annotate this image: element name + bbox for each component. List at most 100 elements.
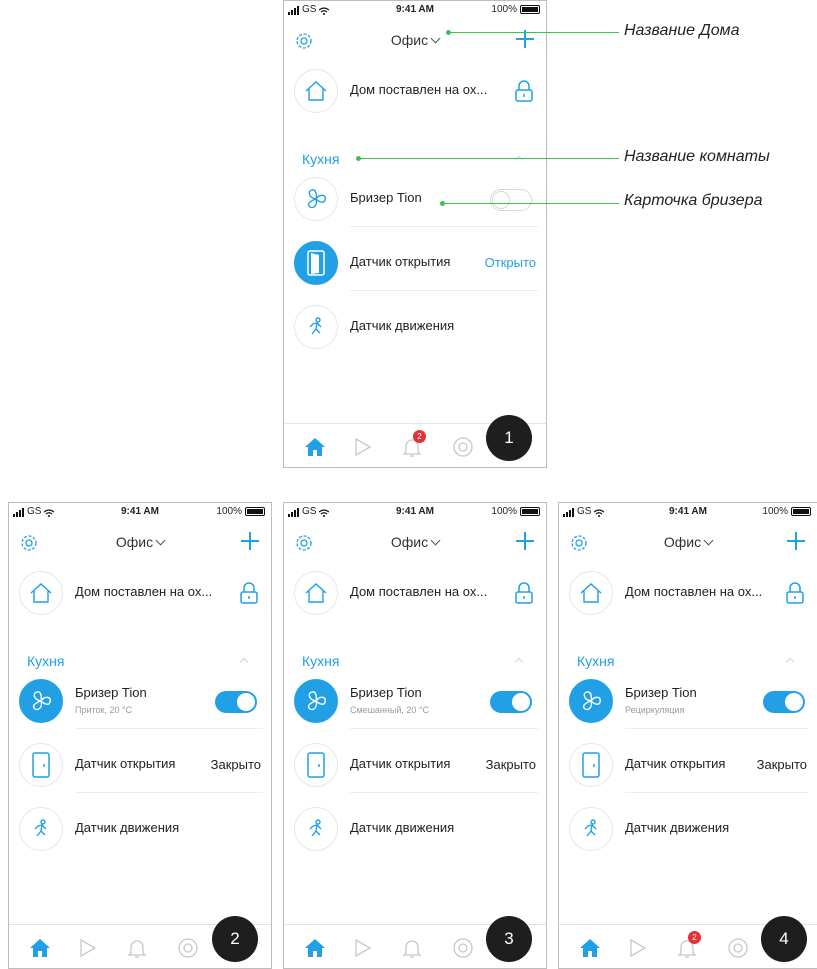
room-header[interactable]: Кухня [577, 653, 799, 673]
battery-label: 100% [491, 4, 517, 15]
room-name: Кухня [302, 151, 340, 167]
home-status-row[interactable]: Дом поставлен на ох... [17, 565, 263, 621]
home-name: Офис [115, 534, 154, 550]
home-selector[interactable]: Офис [284, 534, 546, 550]
home-tab-icon[interactable] [579, 937, 601, 959]
breezer-toggle[interactable] [490, 691, 532, 713]
home-status-label: Дом поставлен на ох... [350, 584, 488, 599]
home-status-row[interactable]: Дом поставлен на ох... [292, 565, 538, 621]
motion-sensor-card[interactable]: Датчик движения [567, 801, 809, 857]
running-person-icon [569, 807, 613, 851]
plus-icon[interactable] [787, 532, 805, 550]
room-name: Кухня [27, 653, 65, 669]
door-sensor-label: Датчик открытия [350, 254, 451, 269]
breezer-card[interactable]: Бризер Tion Рециркуляция [567, 673, 809, 729]
door-sensor-card[interactable]: Датчик открытия Закрыто [292, 737, 538, 793]
lock-icon[interactable] [239, 582, 259, 604]
plus-icon[interactable] [241, 532, 259, 550]
breezer-mode: Смешанный, 20 °C [350, 705, 429, 715]
breezer-toggle[interactable] [490, 189, 532, 211]
divider [625, 728, 809, 729]
notification-badge: 2 [688, 931, 701, 944]
battery-icon [245, 507, 265, 516]
bell-tab-icon [127, 940, 147, 958]
battery-label: 100% [762, 506, 788, 517]
house-icon [569, 571, 613, 615]
chevron-up-icon[interactable] [514, 657, 524, 667]
support-tab-icon[interactable] [452, 937, 474, 959]
lock-icon[interactable] [514, 582, 534, 604]
chevron-down-icon [430, 535, 441, 546]
breezer-label: Бризер Tion [350, 190, 422, 205]
home-status-row[interactable]: Дом поставлен на ох... [567, 565, 809, 621]
room-header[interactable]: Кухня [302, 151, 528, 171]
divider [350, 792, 538, 793]
home-status-row[interactable]: Дом поставлен на ох... [292, 63, 538, 119]
door-state: Открыто [484, 255, 536, 270]
fan-icon [19, 679, 63, 723]
breezer-mode: Рециркуляция [625, 705, 685, 715]
support-tab-icon[interactable] [177, 937, 199, 959]
home-tab-icon[interactable] [304, 937, 326, 959]
phone-screen-3: GS 9:41 AM 100% Офис Дом поставлен на ох… [283, 502, 547, 969]
notifications-tab[interactable]: 2 [401, 430, 426, 458]
toggle-knob [237, 693, 255, 711]
play-tab-icon[interactable] [351, 436, 373, 458]
breezer-toggle[interactable] [763, 691, 805, 713]
house-icon [294, 69, 338, 113]
battery-icon [520, 5, 540, 14]
motion-sensor-label: Датчик движения [625, 820, 730, 835]
callout-room-name: Название комнаты [624, 148, 770, 165]
lock-icon[interactable] [514, 80, 534, 102]
door-icon [294, 241, 338, 285]
step-number-3: 3 [486, 916, 532, 962]
bell-tab-icon [402, 940, 422, 958]
callout-breezer-card: Карточка бризера [624, 192, 763, 209]
phone-screen-2: GS 9:41 AM 100% Офис Дом поставлен на ох… [8, 502, 272, 969]
motion-sensor-card[interactable]: Датчик движения [17, 801, 263, 857]
support-tab-icon[interactable] [727, 937, 749, 959]
breezer-toggle[interactable] [215, 691, 257, 713]
door-sensor-card[interactable]: Датчик открытия Открыто [292, 235, 538, 291]
room-header[interactable]: Кухня [27, 653, 253, 673]
home-tab-icon[interactable] [304, 436, 326, 458]
notifications-tab[interactable] [401, 937, 423, 959]
support-tab-icon[interactable] [452, 436, 474, 458]
play-tab-icon[interactable] [76, 937, 98, 959]
door-sensor-card[interactable]: Датчик открытия Закрыто [567, 737, 809, 793]
chevron-up-icon[interactable] [785, 657, 795, 667]
home-tab-icon[interactable] [29, 937, 51, 959]
home-selector[interactable]: Офис [9, 534, 271, 550]
chevron-up-icon[interactable] [239, 657, 249, 667]
breezer-card[interactable]: Бризер Tion [292, 171, 538, 227]
top-bar: Офис [559, 531, 817, 555]
plus-icon[interactable] [516, 532, 534, 550]
play-tab-icon[interactable] [351, 937, 373, 959]
home-selector[interactable]: Офис [284, 32, 546, 48]
battery-status: 100% [491, 506, 540, 517]
motion-sensor-card[interactable]: Датчик движения [292, 801, 538, 857]
callout-line-room-name [359, 158, 619, 159]
lock-icon[interactable] [785, 582, 805, 604]
home-selector[interactable]: Офис [559, 534, 817, 550]
room-header[interactable]: Кухня [302, 653, 528, 673]
breezer-label: Бризер Tion [350, 685, 422, 700]
status-bar: GS 9:41 AM 100% [284, 1, 546, 19]
breezer-card[interactable]: Бризер Tion Смешанный, 20 °C [292, 673, 538, 729]
door-sensor-label: Датчик открытия [75, 756, 176, 771]
play-tab-icon[interactable] [626, 937, 648, 959]
breezer-card[interactable]: Бризер Tion Приток, 20 °C [17, 673, 263, 729]
running-person-icon [294, 807, 338, 851]
motion-sensor-card[interactable]: Датчик движения [292, 299, 538, 355]
door-sensor-label: Датчик открытия [350, 756, 451, 771]
breezer-label: Бризер Tion [625, 685, 697, 700]
breezer-label: Бризер Tion [75, 685, 147, 700]
step-number-2: 2 [212, 916, 258, 962]
notifications-tab[interactable] [126, 937, 148, 959]
door-sensor-card[interactable]: Датчик открытия Закрыто [17, 737, 263, 793]
battery-status: 100% [491, 4, 540, 15]
callout-dot-breezer-card [440, 201, 445, 206]
battery-status: 100% [762, 506, 811, 517]
notifications-tab[interactable]: 2 [676, 931, 701, 959]
door-icon [294, 743, 338, 787]
